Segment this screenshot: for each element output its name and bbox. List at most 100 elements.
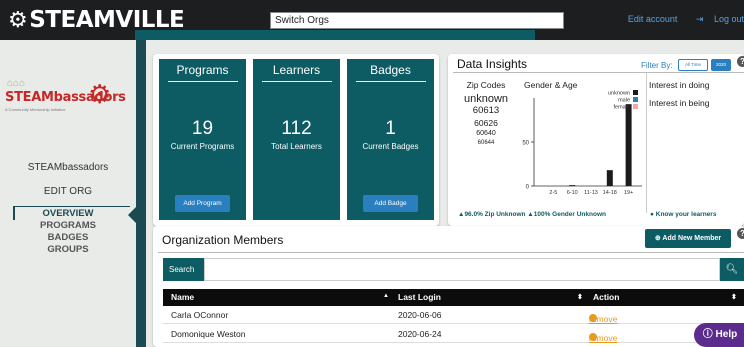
zip-codes-column: Zip Codes unknown 60613 60626 60640 6064… [456, 80, 516, 148]
y-tick-label: 50 [522, 141, 529, 147]
legend-label: unknown [608, 91, 630, 97]
filter-label: Filter By: [641, 61, 673, 70]
member-last-login: 2020-06-06 [398, 310, 442, 320]
x-tick-label: 14-18 [603, 190, 617, 196]
insights-divider [453, 72, 744, 73]
zip-code: 60613 [472, 105, 500, 116]
insights-title: Data Insights [457, 57, 528, 71]
remove-label: remove [589, 333, 618, 343]
stat-divider [167, 81, 238, 82]
legend-label: female [613, 105, 630, 111]
bar-unknown [569, 185, 576, 186]
stat-value: 112 [281, 118, 312, 139]
interest-doing-label: Interest in doing [649, 80, 710, 90]
nav-arrow-icon [128, 207, 136, 223]
sort-icon[interactable]: ⬍ [577, 293, 583, 301]
filter-2020-button[interactable]: 2020 [711, 59, 731, 71]
edit-org-link[interactable]: EDIT ORG [0, 186, 136, 197]
nav-active-rule [14, 206, 130, 207]
know-learners-link[interactable]: ● Know your learners [650, 211, 716, 218]
interest-column: Interest in doing Interest in being [649, 80, 709, 116]
stat-subtitle: Current Badges [362, 142, 419, 151]
help-icon[interactable]: ? [737, 56, 744, 67]
sidebar: ⌂⌂⌂ STEAMbassadors ⚙ A Community Mentors… [0, 40, 136, 347]
table-row: Domonique Weston 2020-06-24 remove [163, 325, 744, 343]
gear-icon: ⚙ [88, 79, 112, 109]
col-last-login-header[interactable]: Last Login [398, 292, 441, 302]
sort-icon[interactable]: ⬍ [731, 293, 737, 301]
gender-unknown-stat: 100% Gender Unknown [533, 211, 606, 218]
search-input[interactable] [204, 258, 720, 281]
x-tick-label: 6-10 [567, 190, 578, 196]
legend-swatch [633, 104, 638, 109]
legend-label: male [618, 98, 630, 104]
sidebar-border [136, 40, 146, 347]
learners-stat: Learners 112 Total Learners [253, 59, 340, 220]
add-badge-button[interactable]: Add Badge [363, 195, 418, 212]
table-header: Name ▲ Last Login ⬍ Action ⬍ [163, 289, 744, 306]
x-tick-label: 19+ [624, 190, 633, 196]
x-tick-label: 2-5 [549, 190, 557, 196]
zip-codes-header: Zip Codes [466, 80, 506, 90]
main-content: Programs 19 Current Programs Add Program… [146, 40, 744, 347]
badges-stat: Badges 1 Current Badges Add Badge [347, 59, 434, 220]
org-logo: ⌂⌂⌂ STEAMbassadors ⚙ A Community Mentors… [5, 76, 126, 114]
zip-code: 60640 [476, 130, 496, 137]
nav-item-overview[interactable]: OVERVIEW [0, 208, 136, 220]
filter-all-time-button[interactable]: All Time [678, 59, 708, 71]
member-last-login: 2020-06-24 [398, 329, 442, 339]
nav-item-programs[interactable]: PROGRAMS [0, 220, 136, 232]
remove-label: remove [589, 314, 618, 324]
header-accent [135, 30, 535, 40]
nav-item-groups[interactable]: GROUPS [0, 244, 136, 256]
gender-age-chart: 0 50 2-5 6-10 11-13 14-18 19+ unknownmalefemale [522, 90, 642, 196]
zip-unknown-stat: 96.0% Zip Unknown [464, 211, 526, 218]
edit-account-link[interactable]: Edit account [628, 14, 678, 24]
member-name: Carla OConnor [171, 310, 229, 320]
switch-orgs-select[interactable]: Switch Orgs [270, 12, 564, 29]
y-tick-label: 0 [526, 185, 530, 191]
top-bar: ⚙ STEAMVILLE Switch Orgs Edit account ⇥ … [0, 0, 744, 40]
stat-value: 19 [191, 118, 214, 139]
bar-unknown [625, 104, 632, 186]
search-label: Search [163, 258, 204, 281]
skyline-icon: ⌂⌂⌂ [7, 78, 26, 89]
zip-code: 60644 [477, 140, 495, 146]
members-divider [158, 252, 744, 253]
logout-icon: ⇥ [695, 14, 704, 24]
stat-title: Learners [272, 63, 321, 77]
sort-asc-icon[interactable]: ▲ [383, 293, 389, 299]
zip-code: unknown [463, 93, 509, 105]
col-name-header[interactable]: Name [171, 292, 194, 302]
help-icon[interactable]: ? [737, 228, 744, 239]
x-tick-label: 11-13 [584, 190, 598, 196]
legend-swatch [633, 97, 638, 102]
zip-code: 60626 [474, 118, 498, 128]
plus-circle-icon: ⊕ [654, 235, 661, 242]
stat-title: Badges [370, 63, 411, 77]
logout-link[interactable]: ⇥ Log out [688, 14, 744, 24]
bar-unknown [606, 170, 613, 186]
add-program-button[interactable]: Add Program [175, 195, 230, 212]
add-new-member-button[interactable]: ⊕ Add New Member [645, 229, 731, 248]
programs-stat: Programs 19 Current Programs Add Program [159, 59, 246, 220]
insights-footer: ▲96.0% Zip Unknown ▲100% Gender Unknown [458, 211, 606, 218]
org-logo-tagline: A Community Mentorship Initiative [5, 107, 66, 112]
stat-subtitle: Current Programs [170, 142, 235, 151]
stat-divider [355, 81, 426, 82]
interest-being-label: Interest in being [649, 98, 710, 108]
col-action-header[interactable]: Action [593, 292, 619, 302]
stats-card: Programs 19 Current Programs Add Program… [153, 54, 439, 226]
members-card: Organization Members ⊕ Add New Member ? … [153, 226, 744, 347]
sidebar-nav: OVERVIEW PROGRAMS BADGES GROUPS [0, 208, 136, 256]
help-button[interactable]: ⓘ Help [694, 323, 744, 347]
info-icon: ● [650, 211, 654, 218]
account-links: Edit account ⇥ Log out [620, 14, 744, 25]
nav-item-badges[interactable]: BADGES [0, 232, 136, 244]
stat-divider [261, 81, 332, 82]
logo-mark-icon: ⚙ [8, 7, 28, 33]
search-icon[interactable]: 🔍︎ [720, 258, 744, 281]
member-name: Domonique Weston [171, 329, 246, 339]
stat-value: 1 [385, 118, 396, 139]
know-learners-label: Know your learners [655, 211, 717, 218]
